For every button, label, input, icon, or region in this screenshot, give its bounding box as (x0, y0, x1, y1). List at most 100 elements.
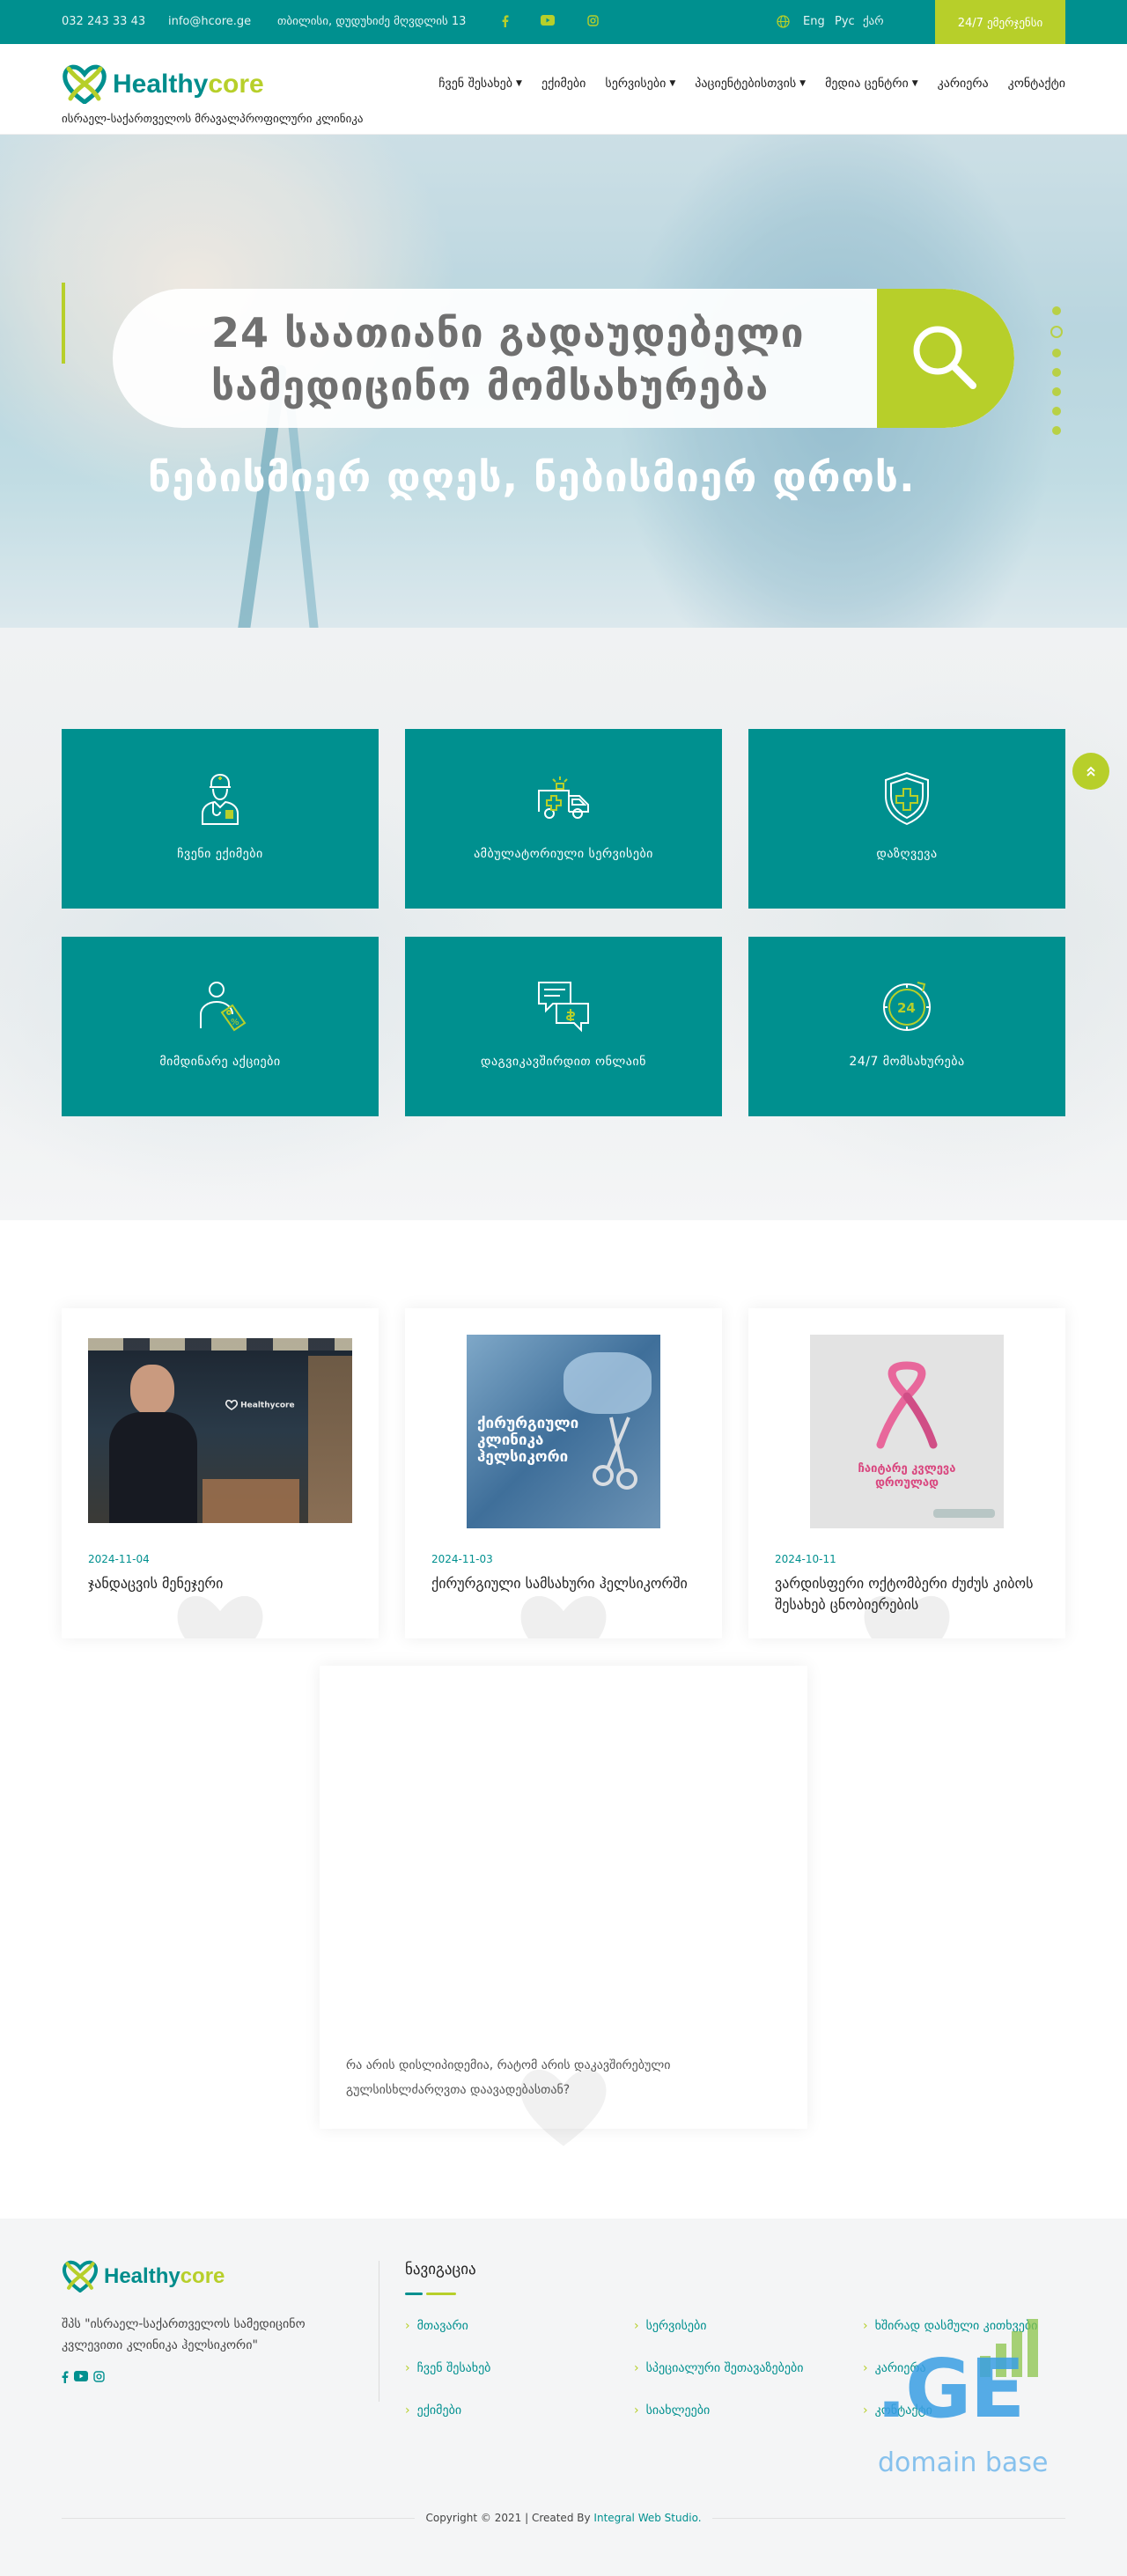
heart-watermark-icon (177, 1595, 263, 1638)
lang-ru[interactable]: Рус (835, 15, 855, 28)
slider-dot[interactable] (1052, 306, 1061, 315)
video-caption[interactable]: რა არის დისლიპიდემია, რატომ არის დაკავში… (346, 2053, 769, 2102)
email-link[interactable]: info@hcore.ge (168, 15, 251, 28)
news-card[interactable]: ქირურგიული კლინიკა ჰელსიკორი 2024-11-03 … (405, 1308, 722, 1638)
slider-dot-active[interactable] (1050, 326, 1063, 338)
nav-item-doctors[interactable]: ექიმები (541, 77, 586, 91)
emergency-button[interactable]: 24/7 ემერჯენსი (935, 0, 1065, 46)
footer-logo[interactable]: Healthycore (62, 2259, 225, 2293)
facebook-icon[interactable] (62, 2371, 69, 2383)
service-card-contact-online[interactable]: დაგვიკავშირდით ონლაინ (405, 937, 722, 1116)
chevron-down-icon: ▼ (799, 79, 807, 88)
nav-item-patients[interactable]: პაციენტებისთვის ▼ (695, 77, 806, 91)
service-card-label: 24/7 მომსახურება (849, 1055, 965, 1069)
youtube-icon[interactable] (74, 2371, 88, 2381)
heading-underline (426, 2293, 456, 2295)
footer-link-label: სიახლეები (645, 2403, 711, 2418)
scroll-to-top-button[interactable] (1072, 753, 1109, 790)
hero-search-banner[interactable]: 24 საათიანი გადაუდებელი სამედიცინო მომსა… (113, 289, 1014, 428)
nav-item-services[interactable]: სერვისები ▼ (605, 77, 675, 91)
slider-dot[interactable] (1052, 407, 1061, 416)
news-card[interactable]: ჩაიტარე კვლევა დროულად 2024-10-11 ვარდის… (748, 1308, 1065, 1638)
news-image-manager[interactable]: Healthycore (88, 1338, 352, 1523)
search-icon (913, 326, 976, 389)
glove-shape (564, 1352, 652, 1414)
nav-label: ჩვენ შესახებ (438, 77, 513, 91)
footer-link-offers[interactable]: › სპეციალური შეთავაზებები (634, 2361, 803, 2375)
slider-dot[interactable] (1052, 349, 1061, 357)
hero-search-button[interactable] (877, 289, 1014, 428)
service-card-label: ჩვენი ექიმები (177, 847, 263, 861)
shield-cross-icon (885, 771, 929, 826)
video-card[interactable]: რა არის დისლიპიდემია, რატომ არის დაკავში… (320, 1666, 807, 2146)
svg-text:24: 24 (897, 1000, 916, 1016)
brand-name-part1: Healthy (113, 69, 209, 99)
chevron-right-icon: › (634, 2403, 639, 2418)
service-card-label: დაგვიკავშირდით ონლაინ (481, 1055, 646, 1069)
news-date: 2024-11-04 (88, 1553, 150, 1565)
chevron-right-icon: › (863, 2403, 868, 2418)
svg-text:%: % (231, 1018, 239, 1027)
brand-name-part2: core (180, 2263, 225, 2288)
news-title[interactable]: ვარდისფერი ოქტომბერი ძუძუს კიბოს შესახებ… (775, 1573, 1039, 1616)
slider-dot[interactable] (1052, 387, 1061, 396)
nav-item-media[interactable]: მედია ცენტრი ▼ (825, 77, 918, 91)
facebook-icon[interactable] (502, 15, 509, 31)
discount-tag-icon: % (200, 982, 247, 1032)
footer-link-news[interactable]: › სიახლეები (634, 2403, 710, 2418)
footer-link-services[interactable]: › სერვისები (634, 2319, 707, 2333)
copyright: Copyright © 2021 | Created By Integral W… (0, 2512, 1127, 2524)
news-image-pink-october[interactable]: ჩაიტარე კვლევა დროულად (810, 1335, 1004, 1528)
slider-dots (1050, 306, 1063, 435)
youtube-icon[interactable] (541, 15, 555, 29)
brand-logo[interactable]: Healthycore (62, 63, 264, 104)
nav-item-career[interactable]: კარიერა (938, 77, 989, 91)
brand-name-part2: core (208, 69, 264, 99)
pink-ribbon-icon (876, 1361, 938, 1449)
nav-label: სერვისები (605, 77, 667, 91)
chevron-right-icon: › (405, 2319, 410, 2333)
chevron-right-icon: › (634, 2361, 639, 2375)
nav-label: კონტაქტი (1007, 77, 1065, 91)
footer-link-doctors[interactable]: › ექიმები (405, 2403, 461, 2418)
service-card-insurance[interactable]: დაზღვევა (748, 729, 1065, 909)
person-body (109, 1412, 197, 1523)
instagram-icon[interactable] (93, 2371, 105, 2382)
brand-name-part1: Healthy (104, 2263, 180, 2288)
footer-link-about[interactable]: › ჩვენ შესახებ (405, 2361, 490, 2375)
lang-en[interactable]: Eng (803, 15, 825, 28)
news-image-text: ქირურგიული კლინიკა ჰელსიკორი (477, 1415, 579, 1466)
lang-ka[interactable]: ქარ (863, 15, 884, 28)
phone-link[interactable]: 032 243 33 43 (62, 15, 145, 28)
credit-link[interactable]: Integral Web Studio. (593, 2512, 701, 2524)
nav-label: კარიერა (937, 77, 989, 91)
footer-about: შპს "ისრაელ-საქართველოს სამედიცინო კვლევ… (62, 2317, 306, 2352)
news-title[interactable]: ჯანდაცვის მენეჯერი (88, 1573, 352, 1594)
service-card-ambulatory[interactable]: ამბულატორიული სერვისები (405, 729, 722, 909)
service-card-promotions[interactable]: % მიმდინარე აქციები (62, 937, 379, 1116)
nav-item-contact[interactable]: კონტაქტი (1008, 77, 1065, 91)
news-title[interactable]: ქირურგიული სამსახური ჰელსიკორში (431, 1573, 696, 1594)
instagram-icon[interactable] (587, 15, 599, 30)
page: 032 243 33 43 info@hcore.ge თბილისი, დუდ… (0, 0, 1127, 2576)
brand-tagline: ისრაელ-საქართველოს მრავალპროფილური კლინი… (62, 113, 364, 126)
news-image-surgery[interactable]: ქირურგიული კლინიკა ჰელსიკორი (467, 1335, 660, 1528)
service-card-24-7[interactable]: 24 24/7 მომსახურება (748, 937, 1065, 1116)
news-card[interactable]: Healthycore 2024-11-04 ჯანდაცვის მენეჯერ… (62, 1308, 379, 1638)
service-card-label: დაზღვევა (876, 847, 938, 861)
nav-item-about[interactable]: ჩვენ შესახებ ▼ (438, 77, 522, 91)
chevron-down-icon: ▼ (669, 79, 676, 88)
service-card-doctors[interactable]: ჩვენი ექიმები (62, 729, 379, 909)
bench (203, 1479, 299, 1523)
footer-link-home[interactable]: › მთავარი (405, 2319, 468, 2333)
service-card-label: მიმდინარე აქციები (159, 1055, 281, 1069)
main-header: Healthycore ისრაელ-საქართველოს მრავალპრო… (0, 44, 1127, 135)
wall-logo: Healthycore (225, 1399, 296, 1426)
video-embed[interactable] (346, 1692, 781, 2035)
person-head (130, 1365, 174, 1416)
slider-dot[interactable] (1052, 368, 1061, 377)
slider-dot[interactable] (1052, 426, 1061, 435)
chevron-right-icon: › (405, 2361, 410, 2375)
footer-nav-heading: ნავიგაცია (405, 2261, 476, 2278)
ambulance-icon (538, 776, 589, 819)
